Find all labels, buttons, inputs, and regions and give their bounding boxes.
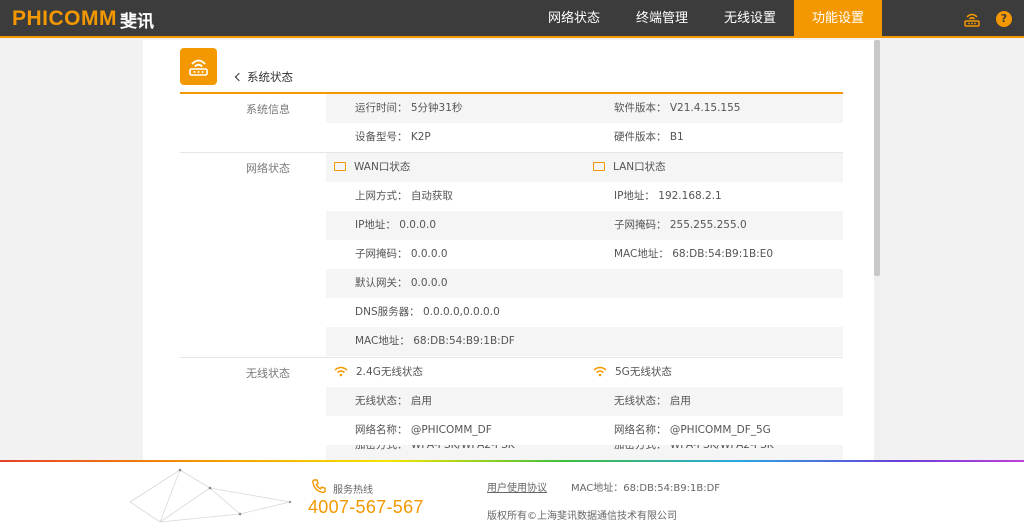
wifi-24g-header: 2.4G无线状态	[334, 358, 423, 387]
wifi-5g-header: 5G无线状态	[593, 358, 672, 387]
wan-status-title: WAN口状态	[354, 161, 411, 173]
table-row: IP地址： 0.0.0.0 子网掩码： 255.255.255.0	[326, 211, 843, 240]
wan-connection-type: 上网方式： 自动获取	[355, 190, 453, 202]
table-row: 加密方式： WPA-PSK/WPA2-PSK 加密方式： WPA-PSK/WPA…	[326, 445, 843, 460]
table-row: 2.4G无线状态 5G无线状态	[326, 358, 843, 387]
table-row: 上网方式： 自动获取 IP地址： 192.168.2.1	[326, 182, 843, 211]
hardware-version-value: 硬件版本： B1	[614, 131, 684, 143]
wan-subnet-mask: 子网掩码： 0.0.0.0	[355, 248, 448, 260]
table-row: 子网掩码： 0.0.0.0 MAC地址： 68:DB:54:B9:1B:E0	[326, 240, 843, 269]
phicomm-logo[interactable]: PHICOMM 斐讯	[12, 7, 154, 32]
monitor-icon	[334, 161, 346, 171]
logo-cn-text: 斐讯	[120, 11, 154, 32]
wan-ip-address: IP地址： 0.0.0.0	[355, 219, 437, 231]
table-row: 默认网关： 0.0.0.0	[326, 269, 843, 298]
hotline-number: 4007-567-567	[308, 497, 424, 517]
section-label-wireless: 无线状态	[246, 367, 290, 380]
wifi-5g-ssid: 网络名称： @PHICOMM_DF_5G	[614, 424, 771, 436]
monitor-icon	[593, 161, 605, 171]
decorative-mesh-graphic	[129, 468, 292, 523]
lan-subnet-mask: 子网掩码： 255.255.255.0	[614, 219, 747, 231]
phone-icon	[312, 479, 326, 494]
system-status-icon	[180, 48, 217, 85]
table-row: MAC地址： 68:DB:54:B9:1B:DF	[326, 327, 843, 356]
lan-ip-address: IP地址： 192.168.2.1	[614, 190, 722, 202]
table-row: 设备型号： K2P 硬件版本： B1	[326, 123, 843, 152]
back-label: 系统状态	[247, 70, 293, 84]
hotline-label: 服务热线	[333, 485, 373, 496]
nav-wireless-settings[interactable]: 无线设置	[706, 0, 794, 38]
wifi-24g-ssid: 网络名称： @PHICOMM_DF	[355, 424, 492, 436]
back-to-system-status[interactable]: 系统状态	[234, 69, 293, 85]
model-value: 设备型号： K2P	[355, 131, 431, 143]
wan-mac-address: MAC地址： 68:DB:54:B9:1B:DF	[355, 335, 515, 347]
help-icon[interactable]: ?	[996, 11, 1012, 27]
wifi-5g-title: 5G无线状态	[615, 366, 672, 378]
wan-status-header: WAN口状态	[334, 153, 410, 182]
top-navigation-bar: PHICOMM 斐讯 网络状态 终端管理 无线设置 功能设置 ?	[0, 0, 1024, 38]
chevron-left-icon	[234, 72, 244, 82]
nav-network-status[interactable]: 网络状态	[530, 0, 618, 38]
router-icon[interactable]	[963, 10, 981, 28]
wifi-5g-encryption: 加密方式： WPA-PSK/WPA2-PSK	[614, 445, 774, 451]
software-version-value: 软件版本： V21.4.15.155	[614, 102, 741, 114]
section-label-system: 系统信息	[246, 103, 290, 116]
nav-device-management[interactable]: 终端管理	[618, 0, 706, 38]
table-row: 无线状态： 启用 无线状态： 启用	[326, 387, 843, 416]
table-row: WAN口状态 LAN口状态	[326, 153, 843, 182]
user-agreement-link[interactable]: 用户使用协议	[487, 479, 547, 494]
wifi-24g-state: 无线状态： 启用	[355, 395, 432, 407]
lan-mac-address: MAC地址： 68:DB:54:B9:1B:E0	[614, 248, 774, 260]
wan-dns-servers: DNS服务器： 0.0.0.0,0.0.0.0	[355, 306, 500, 318]
table-row: 运行时间： 5分钟31秒 软件版本： V21.4.15.155	[326, 94, 843, 123]
lan-status-title: LAN口状态	[613, 161, 666, 173]
nav-function-settings[interactable]: 功能设置	[794, 0, 882, 38]
wifi-24g-title: 2.4G无线状态	[356, 366, 423, 378]
table-row: 网络名称： @PHICOMM_DF 网络名称： @PHICOMM_DF_5G	[326, 416, 843, 445]
main-nav: 网络状态 终端管理 无线设置 功能设置	[530, 0, 882, 38]
wifi-icon	[593, 366, 607, 376]
scrollbar[interactable]	[874, 40, 880, 461]
wan-default-gateway: 默认网关： 0.0.0.0	[355, 277, 448, 289]
footer-mac-address: MAC地址：68:DB:54:B9:1B:DF	[571, 483, 721, 494]
uptime-value: 运行时间： 5分钟31秒	[355, 102, 463, 114]
table-row: DNS服务器： 0.0.0.0,0.0.0.0	[326, 298, 843, 327]
section-label-network: 网络状态	[246, 162, 290, 175]
copyright-text: 版权所有©上海斐讯数据通信技术有限公司	[487, 511, 677, 522]
wifi-icon	[334, 366, 348, 376]
wifi-5g-state: 无线状态： 启用	[614, 395, 691, 407]
wifi-24g-encryption: 加密方式： WPA-PSK/WPA2-PSK	[355, 445, 515, 451]
scroll-thumb[interactable]	[874, 40, 880, 276]
lan-status-header: LAN口状态	[593, 153, 666, 182]
logo-latin-text: PHICOMM	[12, 7, 117, 30]
